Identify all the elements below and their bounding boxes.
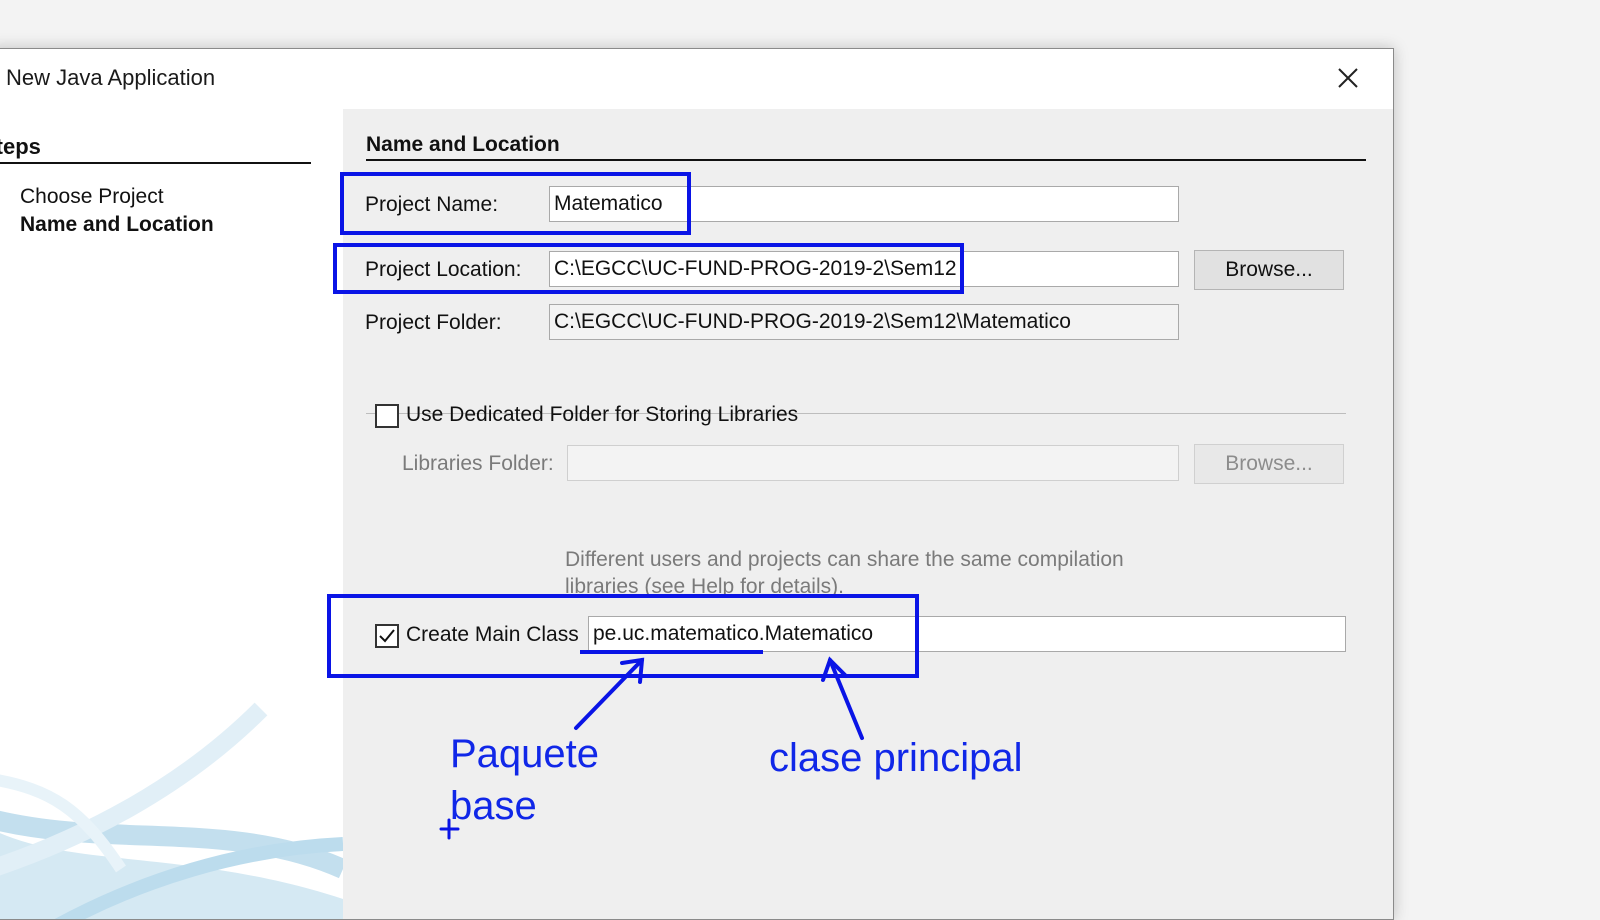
libraries-note-line1: Different users and projects can share t… [565, 548, 1124, 571]
main-class-annotation: clase principal [769, 736, 1023, 780]
project-name-input[interactable]: Matematico [549, 186, 1179, 222]
new-java-application-dialog: New Java Application Steps Choose Projec… [0, 48, 1394, 920]
step-choose-project: Choose Project [20, 185, 164, 208]
libraries-folder-input [567, 445, 1179, 481]
main-class-input[interactable]: pe.uc.matematico.Matematico [588, 616, 1346, 652]
dedicated-folder-checkbox[interactable] [375, 404, 399, 428]
browse-location-button[interactable]: Browse... [1194, 250, 1344, 290]
browse-libraries-button: Browse... [1194, 444, 1344, 484]
libraries-note-line2: libraries (see Help for details). [565, 575, 844, 598]
step-name-and-location: Name and Location [20, 213, 214, 236]
package-annotation: Paquete base [450, 728, 599, 832]
create-main-class-checkbox[interactable] [375, 624, 399, 648]
section-title: Name and Location [366, 133, 1366, 161]
steps-pane: Steps Choose Project Name and Location [0, 109, 343, 919]
project-name-label: Project Name: [365, 193, 499, 216]
project-folder-label: Project Folder: [365, 311, 502, 334]
project-location-input[interactable]: C:\EGCC\UC-FUND-PROG-2019-2\Sem12 [549, 251, 1179, 287]
dialog-title: New Java Application [6, 65, 216, 90]
dedicated-folder-label[interactable]: Use Dedicated Folder for Storing Librari… [406, 403, 798, 427]
checkmark-icon [379, 629, 395, 643]
libraries-folder-label: Libraries Folder: [402, 452, 554, 475]
close-icon[interactable] [1336, 66, 1360, 90]
steps-title: Steps [0, 134, 311, 164]
steps-list: Choose Project Name and Location [20, 183, 214, 239]
package-annotation-line2: base [450, 784, 537, 828]
project-location-label: Project Location: [365, 258, 522, 281]
package-underline [580, 650, 763, 654]
project-folder-field: C:\EGCC\UC-FUND-PROG-2019-2\Sem12\Matema… [549, 304, 1179, 340]
create-main-class-label[interactable]: Create Main Class [406, 623, 579, 647]
libraries-note: Different users and projects can share t… [565, 546, 1124, 600]
decorative-swoosh-graphic [0, 702, 343, 919]
package-annotation-line1: Paquete [450, 732, 600, 776]
